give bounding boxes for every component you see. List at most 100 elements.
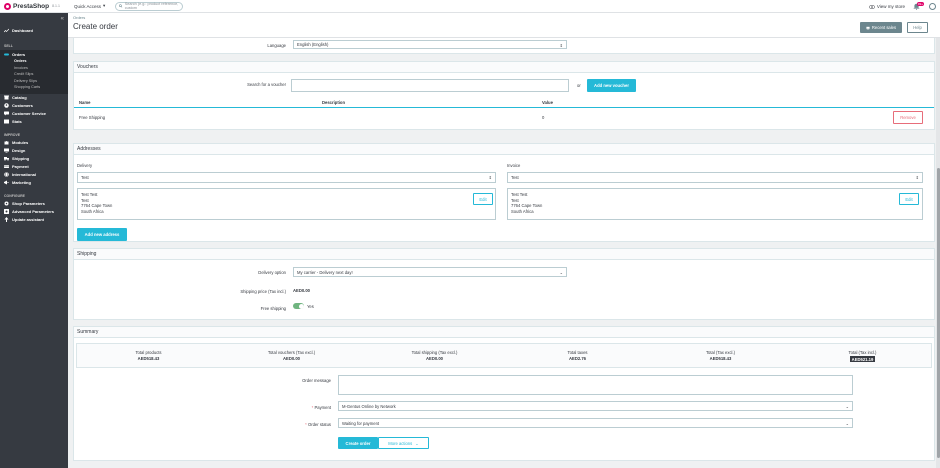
page-header: Orders Create order Recent sales Help [68,13,940,38]
select-arrows-icon: ⇕ [559,43,563,48]
page-title: Create order [73,22,118,31]
payment-label: * Payment [224,405,331,410]
addresses-title: Addresses [74,144,934,155]
free-shipping-label: Free shipping [260,306,286,311]
sidebar-item-advanced-parameters[interactable]: Advanced Parameters [0,208,68,216]
user-account-icon[interactable] [929,3,936,10]
sidebar-item-shipping[interactable]: Shipping [0,155,68,163]
delivery-address-select[interactable]: Test ⇕ [77,172,496,183]
shipping-card: Shipping Delivery option My carrier - De… [73,248,935,320]
sidebar-item-stats[interactable]: Stats [0,118,68,126]
total-value: AED521.19 [849,356,876,362]
prestashop-logo[interactable]: PrestaShop 8.1.1 [0,0,68,13]
free-shipping-value: Yes [307,304,314,309]
summary-card: Summary Total products AED518.43 Total v… [73,326,935,461]
delivery-option-select[interactable]: My carrier - Delivery next day! ⌄ [293,267,567,277]
addresses-card: Addresses Delivery Invoice Test ⇕ Test ⇕… [73,143,935,242]
payment-value: M-Gentus Online by Network [342,403,396,409]
sidebar-section-configure: CONFIGURE [4,193,25,198]
collapse-sidebar-icon[interactable]: « [61,16,64,22]
invoice-label: Invoice [507,163,521,168]
total-value: AED0.00 [426,356,443,361]
page-scrollbar[interactable] [936,38,940,468]
sidebar-item-label: Catalog [12,95,27,100]
credit-card-icon [4,165,9,168]
total-value: AED518.43 [137,356,160,361]
total-value: AED0.00 [283,356,300,361]
search-input[interactable]: Search (e.g.: product reference, custom [115,1,184,11]
quick-access-label: Quick Access [74,3,102,9]
language-select[interactable]: English (English) ⇕ [293,40,567,49]
sidebar: « Dashboard SELL Orders Orders Invoices … [0,13,68,468]
total-label: Total (Tax incl.) [848,350,877,355]
add-address-button[interactable]: Add new address [77,228,127,241]
sidebar-item-orders[interactable]: Orders [0,50,68,58]
more-actions-button[interactable]: More actions ⌄ [378,437,429,449]
voucher-search-input[interactable] [291,79,569,92]
delivery-option-value: My carrier - Delivery next day! [297,269,353,275]
summary-title: Summary [74,327,934,338]
order-status-value: Waiting for payment [342,420,380,426]
total-label: Total products [135,350,162,355]
total-label: Total (Tax excl.) [705,350,736,355]
sidebar-item-modules[interactable]: Modules [0,139,68,147]
search-placeholder: Search (e.g.: product reference, custom [124,2,179,10]
sidebar-item-dashboard[interactable]: Dashboard [0,25,68,36]
order-message-label: Order message [302,378,331,383]
sidebar-item-customer-service[interactable]: Customer Service [0,110,68,118]
select-arrows-icon: ⇕ [915,175,919,180]
sidebar-item-label: Design [12,148,26,153]
remove-voucher-button[interactable]: Remove [893,111,923,124]
megaphone-icon [4,180,9,185]
delivery-option-label: Delivery option [258,270,286,275]
sidebar-item-label: Customer Service [12,111,47,116]
payment-select[interactable]: M-Gentus Online by Network ⌄ [338,401,853,411]
sidebar-item-international[interactable]: International [0,171,68,179]
chevron-down-icon: ⌄ [415,440,419,446]
cart-language-card: Language English (English) ⇕ [73,38,935,54]
sidebar-item-payment[interactable]: Payment [0,163,68,171]
gear-icon [4,201,9,206]
quick-access-dropdown[interactable]: Quick Access ▾ [74,3,105,9]
column-header-value: Value [542,100,553,105]
voucher-value-cell: 0 [542,115,545,120]
breadcrumb[interactable]: Orders [73,15,85,20]
view-store-link[interactable]: View my store [868,4,905,9]
add-voucher-button[interactable]: Add new voucher [587,79,636,92]
eye-icon [868,4,875,9]
order-status-select[interactable]: Waiting for payment ⌄ [338,418,853,428]
sidebar-item-label: Advanced Parameters [12,209,55,214]
sidebar-item-marketing[interactable]: Marketing [0,179,68,187]
edit-invoice-address-button[interactable]: Edit [899,193,919,205]
sidebar-item-customers[interactable]: Customers [0,102,68,110]
help-button[interactable]: Help [907,22,928,33]
notifications-button[interactable]: 99+ [913,1,924,11]
edit-delivery-address-button[interactable]: Edit [473,193,493,205]
view-store-label: View my store [876,4,905,9]
invoice-address-line: South Africa [511,208,534,214]
chevron-down-icon: ⌄ [845,421,849,426]
settings-applications-icon [4,209,9,214]
order-status-label: * Order status [224,422,331,427]
create-order-button[interactable]: Create order [338,437,378,449]
free-shipping-toggle[interactable] [293,303,304,309]
total-label: Total shipping (Tax excl.) [411,350,458,355]
sidebar-section-improve: IMPROVE [4,132,21,137]
sidebar-item-design[interactable]: Design [0,147,68,155]
total-vouchers: Total vouchers (Tax excl.) AED0.00 [220,350,363,361]
order-status-label-text: Order status [307,422,331,427]
sidebar-item-label: Stats [12,119,22,124]
scrollbar-thumb[interactable] [936,168,940,458]
sidebar-item-label: Shipping [12,156,30,161]
shipping-price-value: AED0.00 [293,288,310,293]
desktop-icon [4,148,9,153]
recent-sales-button[interactable]: Recent sales [860,22,902,33]
shipping-price-label: Shipping price (Tax incl.) [240,289,286,294]
sidebar-item-catalog[interactable]: Catalog [0,94,68,102]
sidebar-orders-group: Orders Orders Invoices Credit Slips Deli… [0,50,68,94]
order-message-textarea[interactable] [338,375,853,395]
sidebar-item-shop-parameters[interactable]: Shop Parameters [0,200,68,208]
required-marker: * [305,422,307,427]
invoice-address-select[interactable]: Test ⇕ [507,172,923,183]
sidebar-item-update-assistant[interactable]: Update assistant [0,216,68,224]
